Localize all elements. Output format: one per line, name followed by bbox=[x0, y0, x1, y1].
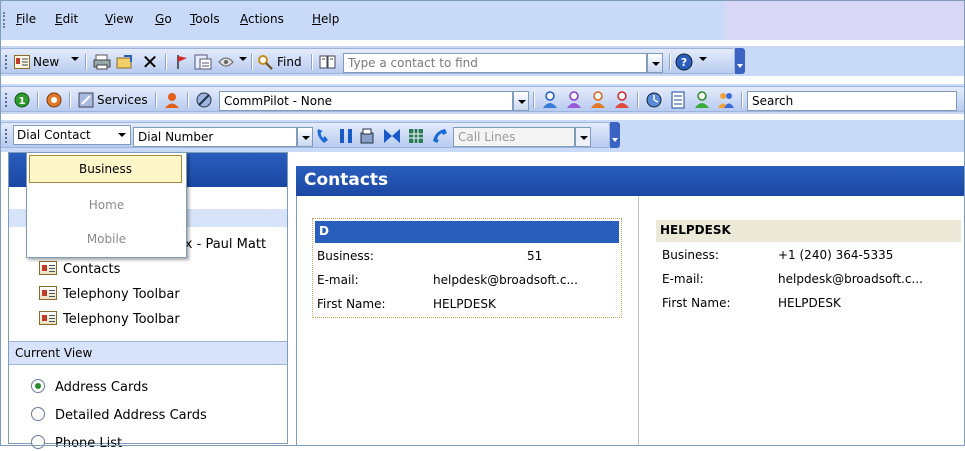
window-border bbox=[0, 0, 965, 446]
